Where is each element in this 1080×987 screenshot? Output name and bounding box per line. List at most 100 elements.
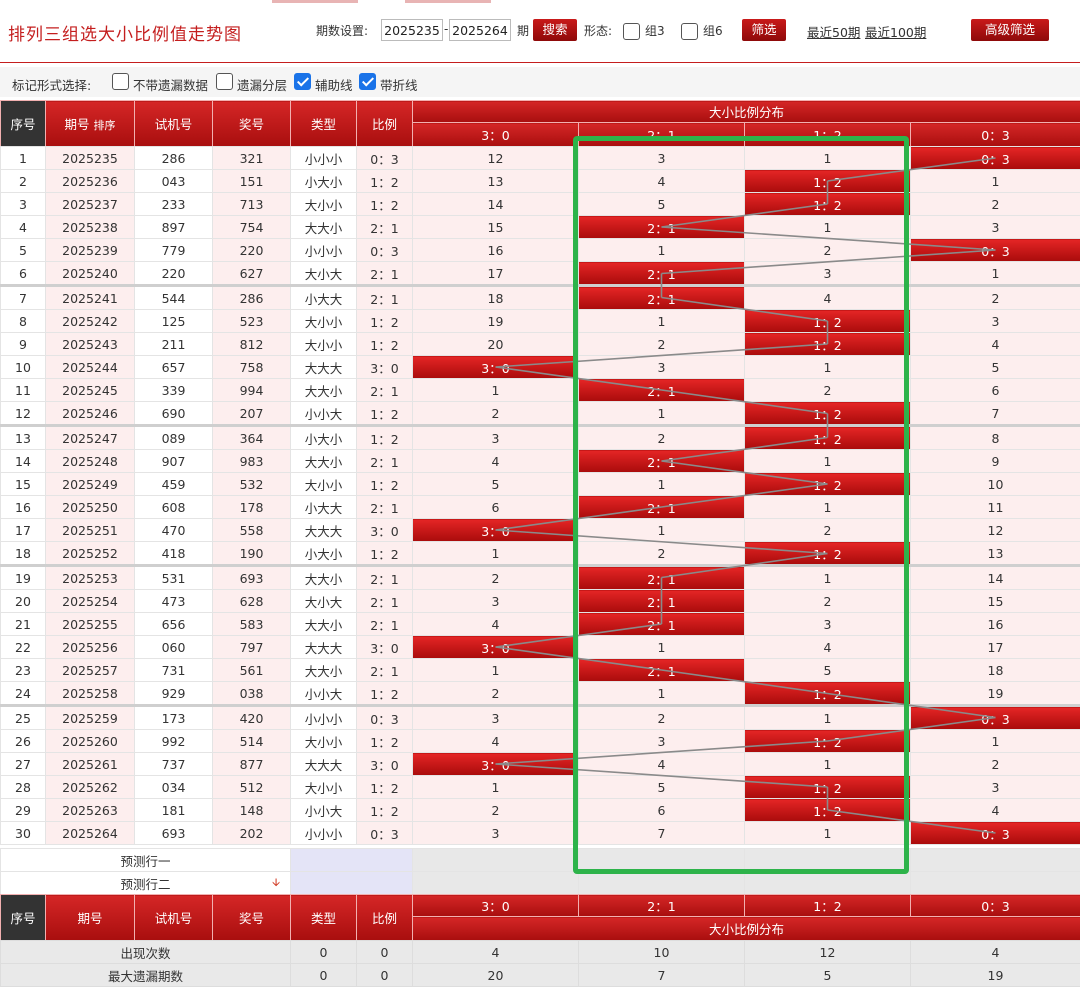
predict-cell[interactable] — [579, 872, 745, 895]
table-footer-header: 序号 期号 试机号 奖号 类型 比例 3：0 2：1 1：2 0：3 大小比例分… — [0, 894, 1080, 941]
cell-prize: 148 — [213, 799, 291, 822]
dist-cell-hit: 3：0 — [413, 519, 579, 542]
cell-ratio: 2：1 — [357, 613, 413, 636]
dist-cell-omission: 3 — [579, 730, 745, 753]
cell-trial: 693 — [135, 822, 213, 845]
table-row: 202025254473628大小大2：132：1215 — [1, 590, 1080, 613]
cell-prize: 877 — [213, 753, 291, 776]
dist-cell-hit: 3：0 — [413, 356, 579, 379]
stats-dist-value: 4 — [413, 941, 579, 964]
cell-ratio: 1：2 — [357, 426, 413, 450]
dist-cell-omission: 19 — [911, 682, 1080, 706]
cell-period: 2025235 — [46, 147, 135, 170]
predict-cell[interactable] — [579, 849, 745, 872]
page-title: 排列三组选大小比例值走势图 — [8, 20, 242, 45]
predict-cell[interactable] — [413, 849, 579, 872]
search-button[interactable]: 搜索 — [533, 19, 577, 41]
cell-seq: 14 — [1, 450, 46, 473]
dist-cell-omission: 7 — [579, 822, 745, 845]
table-row: 172025251470558大大大3：03：01212 — [1, 519, 1080, 542]
dist-cell-omission: 2 — [745, 519, 911, 542]
cell-prize: 812 — [213, 333, 291, 356]
group6-checkbox[interactable] — [681, 23, 698, 40]
predict-cell[interactable] — [291, 872, 413, 895]
dist-cell-omission: 2 — [911, 753, 1080, 776]
cell-period: 2025253 — [46, 566, 135, 590]
cell-prize: 207 — [213, 402, 291, 426]
cell-type: 大大小 — [291, 216, 357, 239]
dist-title: 大小比例分布 — [413, 101, 1080, 123]
dist-cell-omission: 1 — [579, 239, 745, 262]
toolbar: 排列三组选大小比例值走势图 期数设置: 2025235 - 2025264 期 … — [0, 6, 1080, 52]
option-omission-layer-checkbox[interactable] — [216, 73, 233, 90]
stats-dist-value: 12 — [745, 941, 911, 964]
dist-cell-omission: 16 — [413, 239, 579, 262]
cell-prize: 202 — [213, 822, 291, 845]
arrow-down-icon[interactable]: 🡫 — [272, 874, 280, 893]
dist-cell-omission: 17 — [911, 636, 1080, 659]
predict-cell[interactable] — [911, 849, 1080, 872]
col-trial: 试机号 — [135, 101, 213, 147]
dist-cell-omission: 4 — [579, 753, 745, 776]
col-prize: 奖号 — [213, 101, 291, 147]
foot-dist-col-03: 0：3 — [911, 895, 1080, 917]
predict-cell[interactable] — [911, 872, 1080, 895]
predict-cell[interactable] — [291, 849, 413, 872]
cell-type: 小大小 — [291, 542, 357, 566]
cell-prize: 994 — [213, 379, 291, 402]
filter-button[interactable]: 筛选 — [742, 19, 786, 41]
table-row: 32025237233713大小小1：21451：22 — [1, 193, 1080, 216]
option-guide-line-checkbox[interactable] — [294, 73, 311, 90]
dist-cell-omission: 18 — [911, 659, 1080, 682]
dist-cell-omission: 14 — [911, 566, 1080, 590]
cell-prize: 561 — [213, 659, 291, 682]
dist-cell-omission: 2 — [745, 379, 911, 402]
dist-cell-hit: 1：2 — [745, 310, 911, 333]
dist-cell-omission: 4 — [413, 450, 579, 473]
cell-seq: 28 — [1, 776, 46, 799]
recent50-link[interactable]: 最近50期 — [807, 22, 860, 41]
advanced-filter-button[interactable]: 高级筛选 — [971, 19, 1049, 41]
recent100-link[interactable]: 最近100期 — [865, 22, 926, 41]
cell-type: 大小大 — [291, 262, 357, 286]
col-period[interactable]: 期号 排序 — [46, 101, 135, 147]
dist-cell-omission: 1 — [745, 496, 911, 519]
cell-type: 大大小 — [291, 379, 357, 402]
dist-cell-omission: 4 — [745, 636, 911, 659]
cell-period: 2025260 — [46, 730, 135, 753]
cell-type: 大小小 — [291, 730, 357, 753]
option-polyline-checkbox[interactable] — [359, 73, 376, 90]
cell-seq: 17 — [1, 519, 46, 542]
cell-seq: 13 — [1, 426, 46, 450]
cell-ratio: 1：2 — [357, 473, 413, 496]
option-label: 遗漏分层 — [237, 75, 287, 94]
cell-trial: 220 — [135, 262, 213, 286]
period-unit: 期 — [517, 22, 529, 39]
foot-col-seq: 序号 — [1, 895, 46, 941]
sort-button[interactable]: 排序 — [94, 119, 116, 132]
period-end-input[interactable]: 2025264 — [449, 19, 511, 41]
cell-period: 2025238 — [46, 216, 135, 239]
cell-type: 大小大 — [291, 590, 357, 613]
dist-cell-omission: 4 — [911, 333, 1080, 356]
cell-type: 小大大 — [291, 496, 357, 519]
dist-cell-omission: 4 — [745, 286, 911, 310]
group3-checkbox[interactable] — [623, 23, 640, 40]
cell-prize: 151 — [213, 170, 291, 193]
predict-cell[interactable] — [745, 872, 911, 895]
option-no-omission-checkbox[interactable] — [112, 73, 129, 90]
dist-cell-omission: 1 — [911, 730, 1080, 753]
period-start-input[interactable]: 2025235 — [381, 19, 443, 41]
dist-cell-omission: 15 — [911, 590, 1080, 613]
cell-ratio: 2：1 — [357, 216, 413, 239]
table-row: 272025261737877大大大3：03：0412 — [1, 753, 1080, 776]
dist-cell-omission: 3 — [745, 613, 911, 636]
dist-cell-omission: 2 — [413, 566, 579, 590]
predict-cell[interactable] — [745, 849, 911, 872]
foot-col-prize: 奖号 — [213, 895, 291, 941]
dist-cell-omission: 3 — [911, 216, 1080, 239]
dist-cell-omission: 1 — [745, 706, 911, 730]
cell-period: 2025262 — [46, 776, 135, 799]
predict-cell[interactable] — [413, 872, 579, 895]
dist-cell-omission: 12 — [911, 519, 1080, 542]
